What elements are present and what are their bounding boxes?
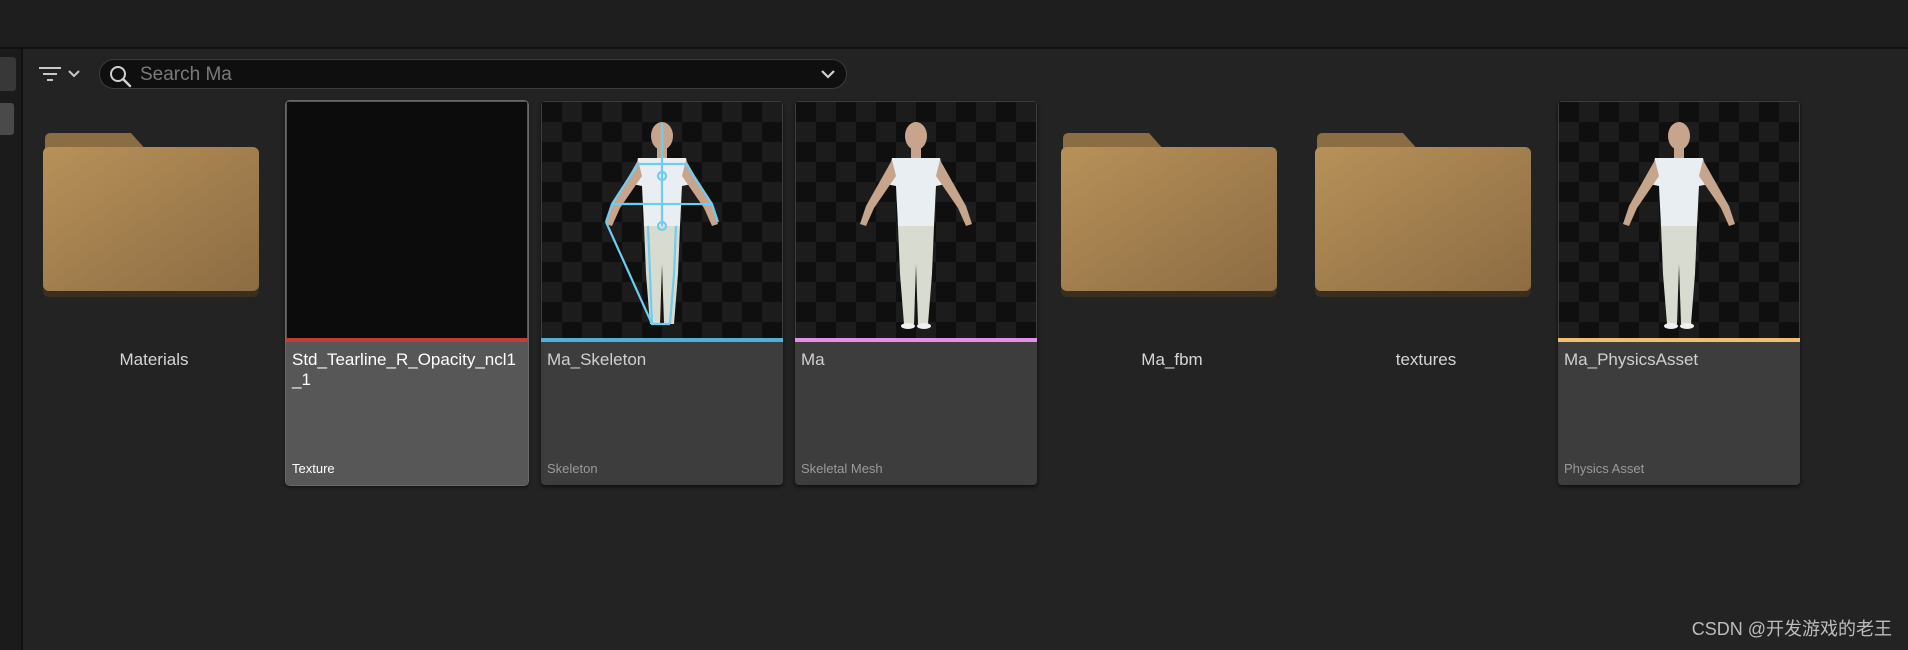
character-figure-icon: [1623, 122, 1735, 329]
asset-thumbnail: [1559, 102, 1799, 338]
asset-type-label: Skeletal Mesh: [801, 461, 883, 476]
asset-thumbnail: [796, 102, 1036, 338]
chevron-down-icon: [68, 70, 80, 78]
asset-type-label: Physics Asset: [1564, 461, 1645, 476]
asset-thumbnail: [542, 102, 782, 338]
folder-tile-textures[interactable]: textures: [1305, 101, 1547, 485]
asset-type-color-bar: [286, 338, 528, 342]
asset-type-color-bar: [541, 338, 783, 342]
asset-type-color-bar: [795, 338, 1037, 342]
folder-label: Materials: [119, 350, 189, 369]
asset-name: Ma_PhysicsAsset: [1564, 350, 1699, 369]
asset-type-label: Skeleton: [547, 461, 598, 476]
folder-label: textures: [1395, 350, 1457, 369]
search-bar: [99, 59, 847, 89]
asset-thumbnail: [287, 102, 527, 338]
watermark: CSDN @开发游戏的老王: [1691, 619, 1892, 639]
top-toolbar: [0, 0, 1908, 49]
asset-tile-physics-asset[interactable]: Ma_PhysicsAsset Physics Asset: [1558, 101, 1800, 485]
character-figure-icon: [604, 122, 720, 326]
search-input[interactable]: [138, 62, 802, 88]
sidebar-tab[interactable]: [0, 57, 16, 91]
asset-name: Std_Tearline_R_Opacity_ncl1_1: [292, 350, 516, 389]
asset-tile-texture[interactable]: Std_Tearline_R_Opacity_ncl1_1 Texture: [285, 100, 529, 486]
folder-label: Ma_fbm: [1141, 350, 1203, 369]
folder-icon: [1315, 133, 1531, 297]
search-icon: [110, 66, 132, 88]
folder-icon: [1061, 133, 1277, 297]
asset-name: Ma: [801, 350, 825, 369]
left-sidebar: [0, 49, 23, 650]
filter-button[interactable]: [33, 59, 87, 89]
filter-icon: [39, 67, 61, 81]
sidebar-tab[interactable]: [0, 103, 14, 135]
asset-tile-skeleton[interactable]: Ma_Skeleton Skeleton: [541, 101, 783, 485]
search-options-chevron-icon[interactable]: [820, 67, 836, 81]
folder-tile-ma-fbm[interactable]: Ma_fbm: [1051, 101, 1293, 485]
asset-tile-skeletal-mesh[interactable]: Ma Skeletal Mesh: [795, 101, 1037, 485]
asset-name: Ma_Skeleton: [547, 350, 647, 369]
folder-icon: [43, 133, 259, 297]
asset-type-label: Texture: [292, 461, 335, 476]
folder-tile-materials[interactable]: Materials: [33, 101, 275, 485]
asset-type-color-bar: [1558, 338, 1800, 342]
character-figure-icon: [860, 122, 972, 329]
